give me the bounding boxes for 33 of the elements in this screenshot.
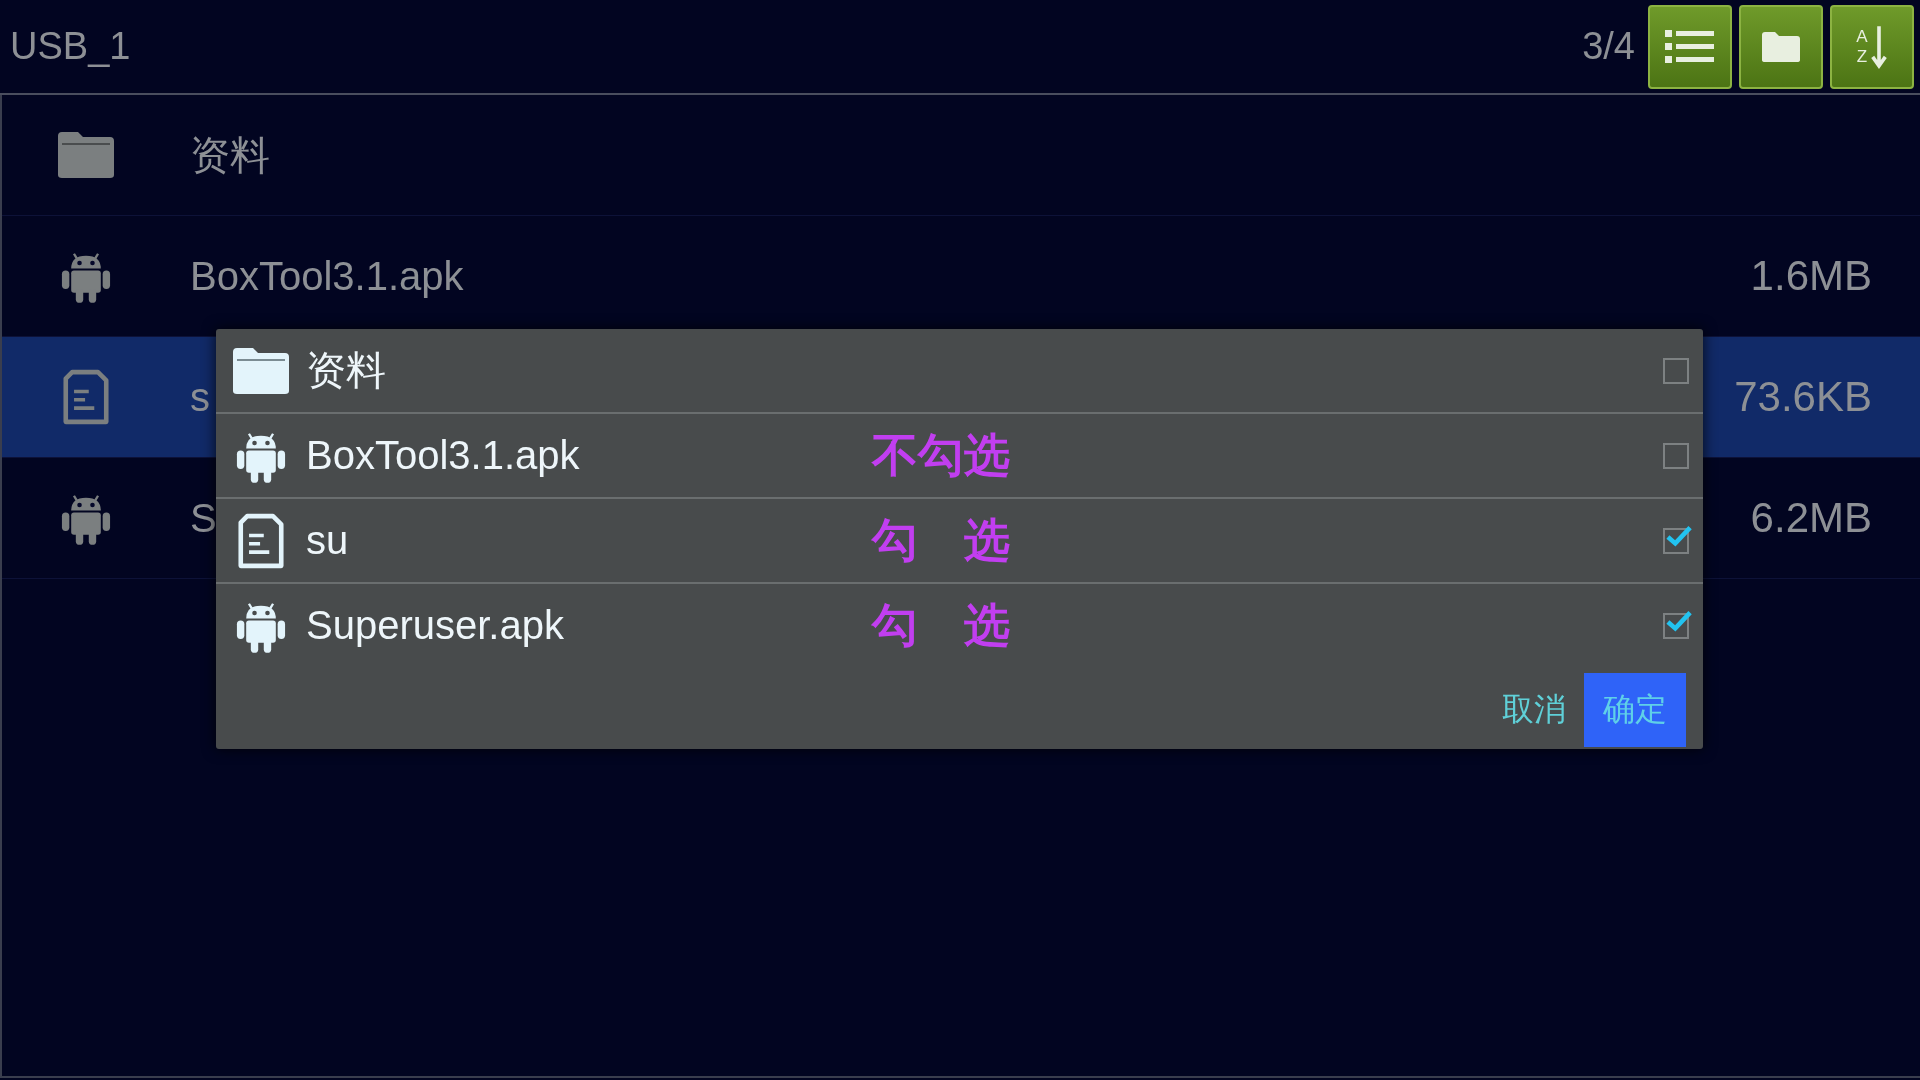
file-name: BoxTool3.1.apk — [190, 253, 464, 299]
checkbox[interactable] — [1663, 357, 1689, 384]
folder-title: USB_1 — [10, 25, 132, 68]
annotation-text: 勾 选 — [872, 511, 1010, 569]
folder-icon — [1761, 30, 1801, 63]
confirm-button[interactable]: 确定 — [1584, 673, 1686, 747]
checkbox[interactable] — [1663, 442, 1689, 469]
file-name: BoxTool3.1.apk — [306, 433, 581, 478]
page-count: 3/4 — [1582, 25, 1635, 68]
folder-icon — [231, 345, 291, 396]
cancel-button[interactable]: 取消 — [1502, 688, 1566, 732]
file-name: su — [306, 518, 350, 563]
annotation-text: 不勾选 — [872, 426, 1010, 484]
file-name: s — [190, 374, 210, 420]
folder-icon — [56, 130, 116, 180]
file-size: 1.6MB — [1750, 252, 1872, 300]
down-arrow-icon — [1869, 23, 1888, 70]
file-name: S — [190, 495, 217, 541]
document-icon — [63, 369, 109, 425]
document-icon — [238, 512, 284, 569]
list-view-button[interactable] — [1648, 4, 1732, 89]
file-name: 资料 — [306, 347, 387, 394]
file-name: Superuser.apk — [306, 603, 565, 648]
file-row[interactable]: 资料 — [2, 95, 1920, 216]
list-icon — [1665, 28, 1715, 65]
checkbox[interactable] — [1663, 612, 1689, 639]
checkbox[interactable] — [1663, 527, 1689, 554]
file-size: 73.6KB — [1734, 373, 1872, 421]
annotation-text: 勾 选 — [872, 596, 1010, 654]
file-size: 6.2MB — [1750, 494, 1872, 542]
file-name: 资料 — [190, 131, 270, 179]
sort-button[interactable]: A Z — [1830, 4, 1914, 89]
folder-button[interactable] — [1739, 4, 1823, 89]
